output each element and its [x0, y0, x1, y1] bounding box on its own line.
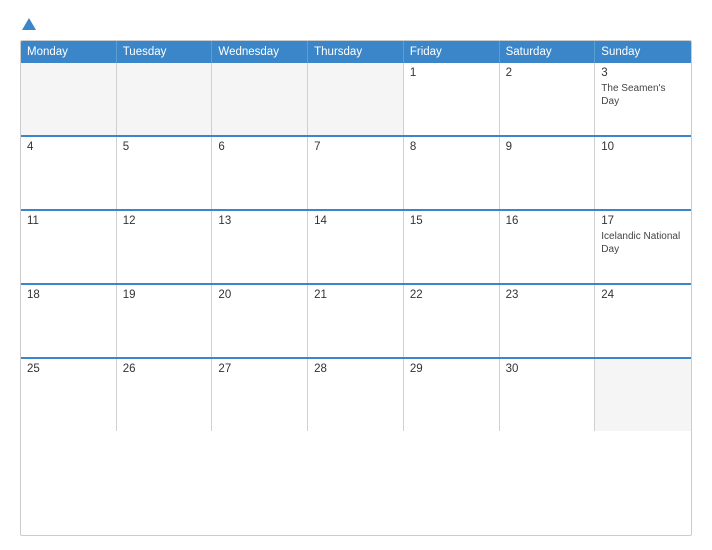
calendar-cell: 2: [500, 63, 596, 135]
day-number: 8: [410, 141, 493, 153]
day-number: 23: [506, 289, 589, 301]
logo: [20, 18, 38, 30]
day-number: 11: [27, 215, 110, 227]
calendar-cell: 21: [308, 285, 404, 357]
calendar-cell: 23: [500, 285, 596, 357]
calendar-week: 4 56 7 8 9 10: [21, 135, 691, 209]
calendar-cell: 24: [595, 285, 691, 357]
weekday-header: Friday: [404, 41, 500, 63]
calendar-cell: 5: [117, 137, 213, 209]
day-number: 26: [123, 363, 206, 375]
calendar-cell: 1: [404, 63, 500, 135]
day-number: 16: [506, 215, 589, 227]
calendar-grid: MondayTuesdayWednesdayThursdayFridaySatu…: [20, 40, 692, 536]
calendar-cell: 17 Icelandic National Day: [595, 211, 691, 283]
calendar-cell: 15: [404, 211, 500, 283]
day-number: 25: [27, 363, 110, 375]
weekday-header: Saturday: [500, 41, 596, 63]
header: [20, 18, 692, 30]
calendar-cell: 8: [404, 137, 500, 209]
day-number: 17: [601, 215, 685, 227]
day-number: 1: [410, 67, 493, 79]
calendar-cell: 27: [212, 359, 308, 431]
calendar-cell: 22: [404, 285, 500, 357]
calendar-cell: [117, 63, 213, 135]
calendar-cell: [21, 63, 117, 135]
calendar-cell: [308, 63, 404, 135]
day-number: 6: [218, 141, 301, 153]
calendar-cell: [595, 359, 691, 431]
day-number: 18: [27, 289, 110, 301]
calendar-week: 18 19 20 21 22 23 24: [21, 283, 691, 357]
calendar-cell: 26: [117, 359, 213, 431]
calendar-cell: 20: [212, 285, 308, 357]
weekday-header: Tuesday: [117, 41, 213, 63]
day-number: 12: [123, 215, 206, 227]
calendar-cell: 11: [21, 211, 117, 283]
day-number: 30: [506, 363, 589, 375]
day-number: 3: [601, 67, 685, 79]
calendar-page: MondayTuesdayWednesdayThursdayFridaySatu…: [0, 0, 712, 550]
day-number: 21: [314, 289, 397, 301]
day-number: 14: [314, 215, 397, 227]
day-number: 5: [123, 141, 206, 153]
day-number: 9: [506, 141, 589, 153]
calendar-cell: 19: [117, 285, 213, 357]
calendar-cell: 4: [21, 137, 117, 209]
holiday-label: The Seamen's Day: [601, 82, 685, 108]
day-number: 20: [218, 289, 301, 301]
holiday-label: Icelandic National Day: [601, 230, 685, 256]
calendar-week: 25 26 27 28 29 30: [21, 357, 691, 431]
calendar-cell: 7: [308, 137, 404, 209]
calendar-cell: 16: [500, 211, 596, 283]
day-number: 27: [218, 363, 301, 375]
day-number: 28: [314, 363, 397, 375]
day-number: 29: [410, 363, 493, 375]
weekday-header: Sunday: [595, 41, 691, 63]
calendar-week: 1 23 The Seamen's Day: [21, 63, 691, 135]
day-number: 19: [123, 289, 206, 301]
calendar-cell: 6: [212, 137, 308, 209]
calendar-cell: [212, 63, 308, 135]
day-number: 2: [506, 67, 589, 79]
day-number: 24: [601, 289, 685, 301]
day-number: 7: [314, 141, 397, 153]
calendar-cell: 14: [308, 211, 404, 283]
calendar-cell: 9: [500, 137, 596, 209]
calendar-header: MondayTuesdayWednesdayThursdayFridaySatu…: [21, 41, 691, 63]
calendar-cell: 12: [117, 211, 213, 283]
weekday-header: Monday: [21, 41, 117, 63]
day-number: 15: [410, 215, 493, 227]
calendar-cell: 28: [308, 359, 404, 431]
calendar-body: 123The Seamen's Day456789101112131415161…: [21, 63, 691, 431]
day-number: 13: [218, 215, 301, 227]
calendar-cell: 3 The Seamen's Day: [595, 63, 691, 135]
calendar-cell: 10: [595, 137, 691, 209]
calendar-cell: 18: [21, 285, 117, 357]
day-number: 22: [410, 289, 493, 301]
calendar-week: 11 12 13 14 15 16 17 Icelandic National Day: [21, 209, 691, 283]
weekday-header: Thursday: [308, 41, 404, 63]
calendar-cell: 30: [500, 359, 596, 431]
logo-triangle-icon: [22, 18, 36, 30]
calendar-cell: 13: [212, 211, 308, 283]
weekday-header: Wednesday: [212, 41, 308, 63]
calendar-cell: 25: [21, 359, 117, 431]
day-number: 10: [601, 141, 685, 153]
calendar-cell: 29: [404, 359, 500, 431]
day-number: 4: [27, 141, 110, 153]
